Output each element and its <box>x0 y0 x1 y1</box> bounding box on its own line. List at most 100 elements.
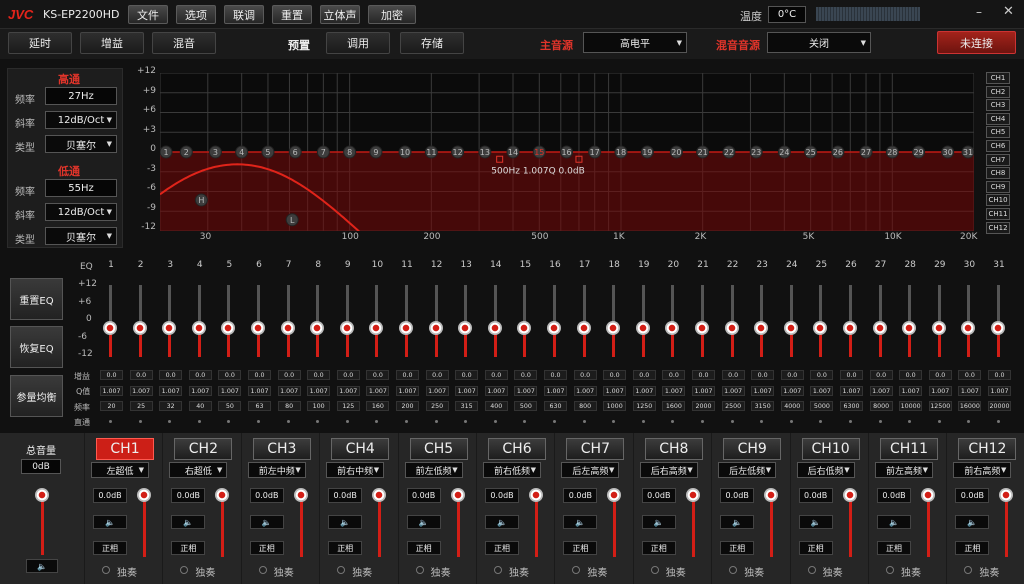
channel-phase-button[interactable]: 正相 <box>798 541 833 555</box>
channel-name-button[interactable]: CH10 <box>801 438 860 460</box>
eq-freq-value[interactable]: 8000 <box>869 401 893 411</box>
eq-gain-value[interactable]: 0.0 <box>840 370 863 380</box>
channel-phase-button[interactable]: 正相 <box>877 541 911 555</box>
eq-freq-value[interactable]: 1250 <box>632 401 656 411</box>
eq-gain-slider[interactable] <box>695 321 709 335</box>
channel-gain-value[interactable]: 0.0dB <box>955 488 990 503</box>
eq-bypass-toggle[interactable] <box>109 420 112 423</box>
eq-gain-value[interactable]: 0.0 <box>188 370 212 380</box>
channel-name-button[interactable]: CH12 <box>958 438 1017 460</box>
channel-gain-value[interactable]: 0.0dB <box>720 488 755 503</box>
channel-solo-radio[interactable] <box>180 566 189 574</box>
channel-gain-value[interactable]: 0.0dB <box>563 488 598 503</box>
eq-freq-value[interactable]: 125 <box>336 401 360 411</box>
eq-bypass-toggle[interactable] <box>967 420 971 423</box>
highpass-slope-select[interactable]: 12dB/Oct ▼ <box>45 111 117 129</box>
eq-freq-value[interactable]: 5000 <box>810 401 834 411</box>
channel-volume-slider[interactable] <box>921 488 935 502</box>
eq-gain-slider[interactable] <box>162 321 177 335</box>
channel-assign-select[interactable]: 右超低 ▼ <box>169 462 228 478</box>
channel-name-button[interactable]: CH11 <box>880 438 938 460</box>
eq-gain-slider[interactable] <box>576 321 591 335</box>
channel-solo-radio[interactable] <box>494 566 502 574</box>
eq-bypass-toggle[interactable] <box>493 420 497 423</box>
channel-phase-button[interactable]: 正相 <box>406 541 441 555</box>
eq-gain-value[interactable]: 0.0 <box>958 370 982 380</box>
eq-bypass-toggle[interactable] <box>434 420 438 423</box>
eq-bypass-toggle[interactable] <box>701 420 704 423</box>
eq-gain-value[interactable]: 0.0 <box>277 370 301 380</box>
mix-source-select[interactable]: 关闭 ▼ <box>767 32 871 53</box>
channel-gain-value[interactable]: 0.0dB <box>641 488 676 503</box>
channel-gain-value[interactable]: 0.0dB <box>171 488 206 503</box>
eq-q-value[interactable]: 1.007 <box>632 386 656 396</box>
eq-gain-value[interactable]: 0.0 <box>159 370 183 380</box>
eq-q-value[interactable]: 1.007 <box>721 386 745 396</box>
eq-gain-value[interactable]: 0.0 <box>248 370 271 380</box>
channel-solo-radio[interactable] <box>964 566 973 574</box>
eq-curve-svg[interactable]: 1 2 3 4 5 6 7 8 9 10 11 12 13 14 15 16 17 18 19 20 21 22 23 24 2… <box>159 72 975 236</box>
eq-gain-slider[interactable] <box>547 321 561 335</box>
eq-bypass-toggle[interactable] <box>671 420 675 423</box>
eq-freq-value[interactable]: 1000 <box>603 401 627 411</box>
graph-channel-button[interactable]: CH6 <box>986 139 1010 152</box>
eq-gain-value[interactable]: 0.0 <box>928 370 952 380</box>
eq-freq-value[interactable]: 315 <box>455 401 479 411</box>
eq-bypass-toggle[interactable] <box>937 420 941 423</box>
eq-q-value[interactable]: 1.007 <box>307 386 331 396</box>
eq-bypass-toggle[interactable] <box>997 420 1000 423</box>
channel-volume-slider[interactable] <box>764 488 779 502</box>
eq-gain-value[interactable]: 0.0 <box>455 370 479 380</box>
channel-mute-button[interactable]: 🔈 <box>93 515 127 529</box>
eq-q-value[interactable]: 1.007 <box>336 386 360 396</box>
eq-q-value[interactable]: 1.007 <box>188 386 212 396</box>
channel-assign-select[interactable]: 后右高频 ▼ <box>639 462 698 478</box>
eq-gain-slider[interactable] <box>902 321 917 335</box>
channel-solo-radio[interactable] <box>415 566 424 574</box>
eq-freq-value[interactable]: 2500 <box>721 401 745 411</box>
channel-gain-value[interactable]: 0.0dB <box>249 488 284 503</box>
channel-assign-select[interactable]: 后右低频 ▼ <box>796 462 855 478</box>
eq-bypass-toggle[interactable] <box>641 420 645 423</box>
eq-q-value[interactable]: 1.007 <box>899 386 923 396</box>
lowpass-type-select[interactable]: 贝塞尔 ▼ <box>45 227 117 245</box>
eq-gain-slider[interactable] <box>339 321 354 335</box>
eq-freq-value[interactable]: 1600 <box>662 401 686 411</box>
channel-volume-slider[interactable] <box>450 488 465 502</box>
channel-volume-slider[interactable] <box>372 488 387 502</box>
eq-bypass-toggle[interactable] <box>760 420 764 423</box>
menu-stereo[interactable]: 立体声 <box>320 5 360 24</box>
channel-name-button[interactable]: CH9 <box>723 438 782 460</box>
eq-q-value[interactable]: 1.007 <box>544 386 567 396</box>
eq-freq-value[interactable]: 12500 <box>928 401 952 411</box>
eq-gain-value[interactable]: 0.0 <box>603 370 627 380</box>
eq-q-value[interactable]: 1.007 <box>455 386 479 396</box>
reset-eq-button[interactable]: 重置EQ <box>10 278 63 320</box>
eq-gain-value[interactable]: 0.0 <box>573 370 597 380</box>
channel-name-button[interactable]: CH8 <box>644 438 703 460</box>
eq-gain-value[interactable]: 0.0 <box>336 370 360 380</box>
eq-gain-slider[interactable] <box>191 321 206 335</box>
channel-mute-button[interactable]: 🔈 <box>798 515 833 529</box>
eq-bypass-toggle[interactable] <box>878 420 882 423</box>
channel-volume-slider[interactable] <box>137 488 151 502</box>
channel-gain-value[interactable]: 0.0dB <box>93 488 127 503</box>
eq-q-value[interactable]: 1.007 <box>780 386 804 396</box>
highpass-freq-input[interactable]: 27Hz <box>45 87 117 105</box>
eq-freq-value[interactable]: 500 <box>514 401 538 411</box>
eq-freq-value[interactable]: 400 <box>484 401 508 411</box>
eq-gain-slider[interactable] <box>487 321 502 335</box>
channel-gain-value[interactable]: 0.0dB <box>877 488 911 503</box>
eq-q-value[interactable]: 1.007 <box>988 386 1011 396</box>
channel-solo-radio[interactable] <box>572 566 581 574</box>
eq-gain-value[interactable]: 0.0 <box>218 370 242 380</box>
eq-q-value[interactable]: 1.007 <box>218 386 242 396</box>
channel-name-button[interactable]: CH7 <box>566 438 625 460</box>
eq-q-value[interactable]: 1.007 <box>484 386 508 396</box>
eq-bypass-toggle[interactable] <box>553 420 556 423</box>
eq-bypass-toggle[interactable] <box>257 420 260 423</box>
eq-q-value[interactable]: 1.007 <box>840 386 863 396</box>
eq-freq-value[interactable]: 100 <box>307 401 331 411</box>
channel-name-button[interactable]: CH4 <box>331 438 390 460</box>
eq-bypass-toggle[interactable] <box>197 420 201 423</box>
